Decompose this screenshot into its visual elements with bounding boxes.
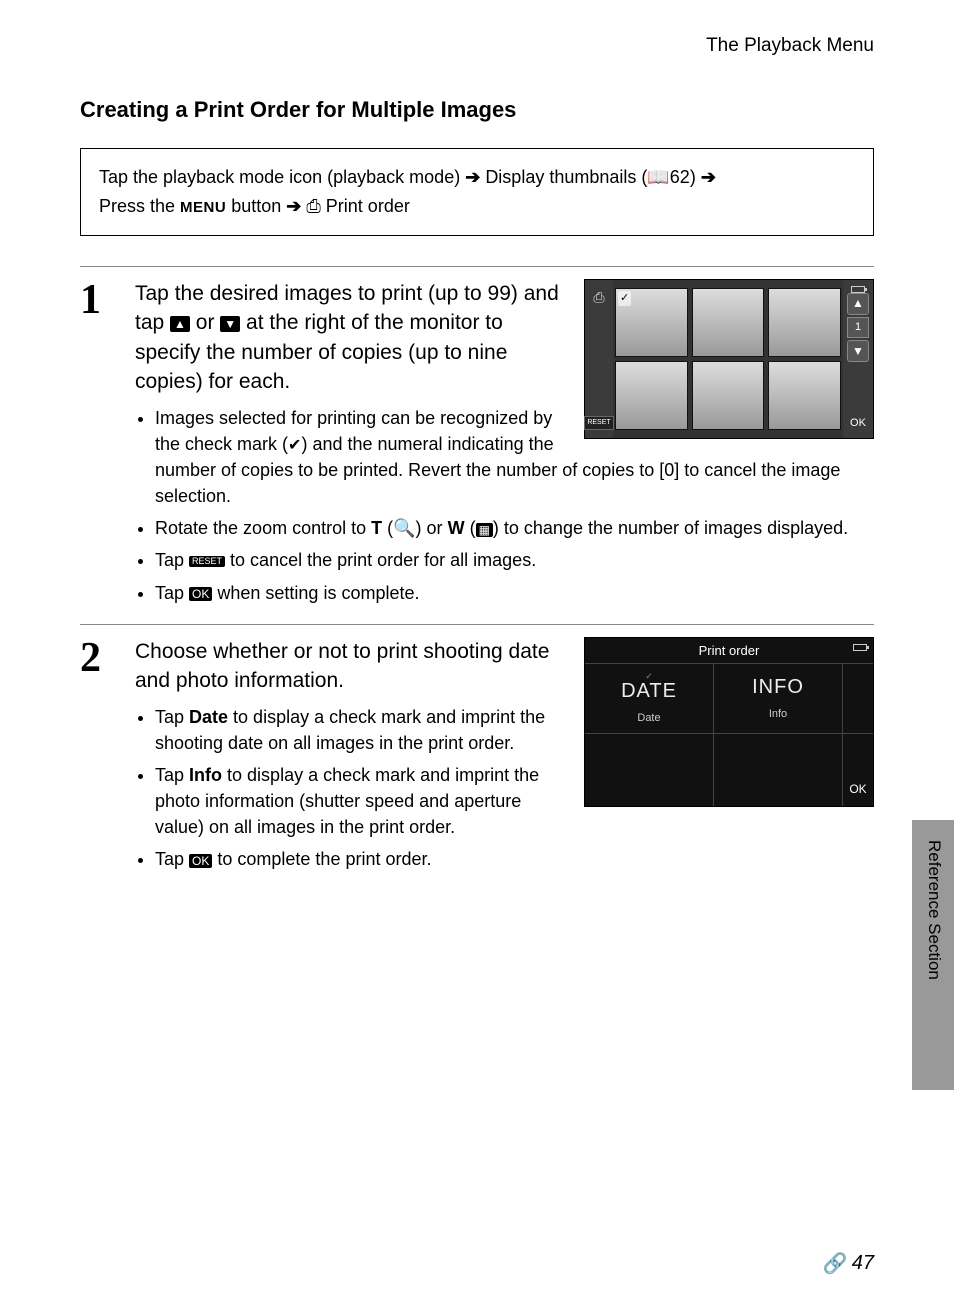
text: Rotate the zoom control to <box>155 518 371 538</box>
nav-ref-num: 62) <box>670 167 701 187</box>
info-bold: Info <box>189 765 222 785</box>
arrow-right-icon: ➔ <box>701 167 716 187</box>
copy-count: 1 <box>847 317 869 338</box>
text: Tap <box>155 550 189 570</box>
side-section-label: Reference Section <box>924 840 944 980</box>
print-order-icon: ⎙ <box>306 196 325 216</box>
info-option[interactable]: INFO Info <box>714 664 843 733</box>
text: ( <box>382 518 393 538</box>
arrow-right-icon: ➔ <box>465 167 480 187</box>
text: Tap <box>155 765 189 785</box>
page-number: 🔗 47 <box>823 1251 874 1276</box>
back-icon[interactable] <box>853 644 867 651</box>
date-big-label: DATE <box>621 677 677 705</box>
step-number: 2 <box>80 637 110 879</box>
header-section: The Playback Menu <box>80 35 874 57</box>
nav-text: Press the <box>99 196 180 216</box>
up-triangle-icon: ▲ <box>170 316 190 332</box>
navigation-path-box: Tap the playback mode icon (playback mod… <box>80 148 874 236</box>
divider <box>80 624 874 625</box>
screenshot-print-order: Print order ✓ DATE Date INFO Info <box>584 637 874 807</box>
zoom-w-label: W <box>448 518 465 538</box>
text: at the right of the monitor to specify t… <box>135 311 507 393</box>
menu-button-label: MENU <box>180 199 226 216</box>
bullet: Tap OK to complete the print order. <box>155 846 874 872</box>
thumbnail[interactable] <box>615 288 688 357</box>
step-1: 1 ⎙ RESET ▲ 1 ▼ <box>80 279 874 612</box>
step-2: 2 Print order ✓ DATE Date INFO Info <box>80 637 874 879</box>
divider <box>80 266 874 267</box>
screen-title: Print order <box>699 643 760 658</box>
magnify-icon: 🔍 <box>393 518 415 538</box>
manual-ref-icon: 📖 <box>647 163 669 192</box>
date-sub-label: Date <box>637 711 660 726</box>
reset-button[interactable]: RESET <box>584 416 613 430</box>
date-bold: Date <box>189 707 228 727</box>
text: Tap <box>155 583 189 603</box>
zoom-t-label: T <box>371 518 382 538</box>
page-title: Creating a Print Order for Multiple Imag… <box>80 97 874 123</box>
up-arrow-button[interactable]: ▲ <box>847 293 869 315</box>
thumbnail[interactable] <box>768 288 841 357</box>
thumbnail-grid-icon: ▦ <box>476 523 493 537</box>
down-triangle-icon: ▼ <box>220 316 240 332</box>
page-number-value: 47 <box>852 1252 874 1275</box>
text: or <box>196 311 221 334</box>
step-lead-text: Choose whether or not to print shooting … <box>135 640 549 693</box>
info-sub-label: Info <box>769 707 787 722</box>
bullet: Tap RESET to cancel the print order for … <box>155 547 874 573</box>
screenshot-select-images: ⎙ RESET ▲ 1 ▼ OK <box>584 279 874 439</box>
thumbnail[interactable] <box>768 361 841 430</box>
step-number: 1 <box>80 279 110 612</box>
ok-button[interactable]: OK <box>843 734 873 806</box>
text: to complete the print order. <box>212 849 431 869</box>
down-arrow-button[interactable]: ▼ <box>847 340 869 362</box>
arrow-right-icon: ➔ <box>286 196 301 216</box>
text: to cancel the print order for all images… <box>225 550 536 570</box>
thumbnail[interactable] <box>692 288 765 357</box>
bullet: Tap OK when setting is complete. <box>155 580 874 606</box>
thumbnail-grid[interactable] <box>613 286 843 432</box>
checkmark-icon: ✔ <box>288 434 301 457</box>
thumbnail[interactable] <box>615 361 688 430</box>
text: Tap <box>155 707 189 727</box>
text: ) or <box>416 518 448 538</box>
date-option[interactable]: ✓ DATE Date <box>585 664 714 733</box>
text: when setting is complete. <box>212 583 419 603</box>
nav-text: Print order <box>326 196 410 216</box>
text: Tap <box>155 849 189 869</box>
thumbnail[interactable] <box>692 361 765 430</box>
text: ) to change the number of images display… <box>493 518 848 538</box>
blank-cell <box>714 734 843 806</box>
nav-text: button <box>231 196 286 216</box>
text: ( <box>465 518 476 538</box>
ok-icon: OK <box>189 587 212 601</box>
spacer <box>843 664 873 733</box>
nav-text: Display thumbnails ( <box>485 167 647 187</box>
reset-icon: RESET <box>189 556 225 567</box>
step-lead-text: Tap the desired images to print (up to 9… <box>135 282 559 394</box>
ok-button[interactable]: OK <box>850 416 866 431</box>
battery-icon <box>851 286 865 293</box>
ok-icon: OK <box>189 854 212 868</box>
nav-text: Tap the playback mode icon (playback mod… <box>99 167 465 187</box>
page-section-icon: 🔗 <box>823 1251 848 1276</box>
info-big-label: INFO <box>752 673 804 701</box>
bullet: Rotate the zoom control to T (🔍) or W (▦… <box>155 515 874 541</box>
print-icon: ⎙ <box>593 288 604 308</box>
blank-cell <box>585 734 714 806</box>
